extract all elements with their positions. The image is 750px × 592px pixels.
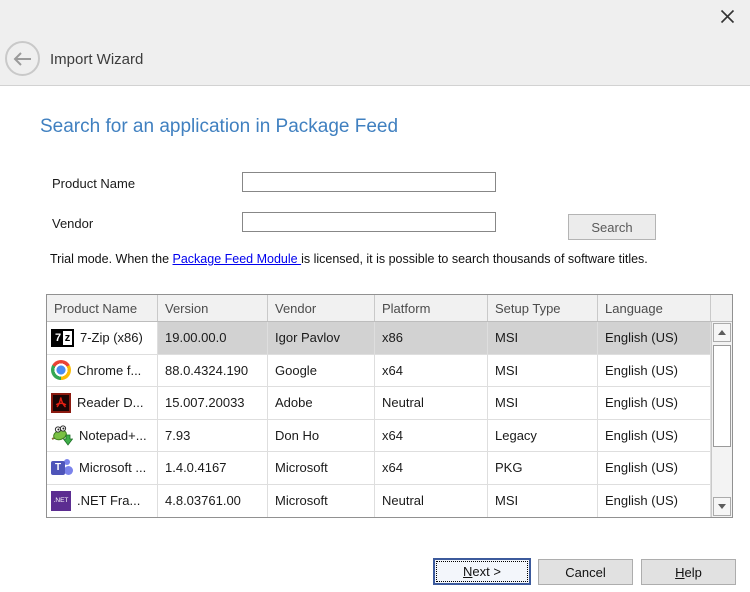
cell-setup-type: Legacy xyxy=(488,420,598,452)
search-button[interactable]: Search xyxy=(568,214,656,240)
scrollbar-up-button[interactable] xyxy=(713,323,731,342)
next-button[interactable]: Next > xyxy=(433,558,531,585)
cell-platform: x64 xyxy=(375,420,488,452)
cell-platform: x86 xyxy=(375,322,488,354)
cell-version: 15.007.20033 xyxy=(158,387,268,419)
cell-vendor: Don Ho xyxy=(268,420,375,452)
cell-setup-type: MSI xyxy=(488,355,598,387)
back-button[interactable] xyxy=(5,41,40,76)
vendor-input[interactable] xyxy=(242,212,496,232)
table-row-7zip[interactable]: 7z 7-Zip (x86) 19.00.00.0 Igor Pavlov x8… xyxy=(47,322,711,355)
column-header-spacer xyxy=(711,295,732,321)
column-header-language[interactable]: Language xyxy=(598,295,711,321)
cell-language: English (US) xyxy=(598,322,711,354)
page-title: Search for an application in Package Fee… xyxy=(40,116,398,138)
table-row-notepad-plus-plus[interactable]: Notepad+... 7.93 Don Ho x64 Legacy Engli… xyxy=(47,420,711,453)
cell-platform: Neutral xyxy=(375,485,488,518)
dotnet-icon: .NET xyxy=(51,491,71,511)
adobe-reader-icon xyxy=(51,393,71,413)
cell-vendor: Microsoft xyxy=(268,485,375,518)
cell-version: 7.93 xyxy=(158,420,268,452)
cancel-button[interactable]: Cancel xyxy=(538,559,633,585)
close-icon xyxy=(720,9,735,24)
cell-product: .NET Fra... xyxy=(77,493,140,508)
cell-product: Microsoft ... xyxy=(79,460,146,475)
7zip-icon: 7z xyxy=(51,329,74,347)
cell-product: Chrome f... xyxy=(77,363,141,378)
cell-version: 88.0.4324.190 xyxy=(158,355,268,387)
table-row-microsoft-teams[interactable]: T Microsoft ... 1.4.0.4167 Microsoft x64… xyxy=(47,452,711,485)
cell-product: 7-Zip (x86) xyxy=(80,330,143,345)
back-arrow-icon xyxy=(13,52,32,66)
cell-setup-type: PKG xyxy=(488,452,598,484)
vertical-scrollbar[interactable] xyxy=(711,322,732,517)
cell-vendor: Adobe xyxy=(268,387,375,419)
trial-notice-after: is licensed, it is possible to search th… xyxy=(301,252,648,266)
column-header-vendor[interactable]: Vendor xyxy=(268,295,375,321)
results-table: Product Name Version Vendor Platform Set… xyxy=(46,294,733,518)
cell-setup-type: MSI xyxy=(488,322,598,354)
cell-platform: x64 xyxy=(375,452,488,484)
product-name-label: Product Name xyxy=(52,176,135,191)
cell-language: English (US) xyxy=(598,485,711,518)
cell-language: English (US) xyxy=(598,355,711,387)
column-header-product-name[interactable]: Product Name xyxy=(47,295,158,321)
cell-version: 1.4.0.4167 xyxy=(158,452,268,484)
notepad-plus-plus-icon xyxy=(51,424,73,446)
table-header-row: Product Name Version Vendor Platform Set… xyxy=(47,295,732,322)
table-body: 7z 7-Zip (x86) 19.00.00.0 Igor Pavlov x8… xyxy=(47,322,732,517)
cell-version: 19.00.00.0 xyxy=(158,322,268,354)
table-row-adobe-reader[interactable]: Reader D... 15.007.20033 Adobe Neutral M… xyxy=(47,387,711,420)
help-button[interactable]: Help xyxy=(641,559,736,585)
scrollbar-down-button[interactable] xyxy=(713,497,731,516)
cell-platform: Neutral xyxy=(375,387,488,419)
table-rows-area: 7z 7-Zip (x86) 19.00.00.0 Igor Pavlov x8… xyxy=(47,322,711,517)
cell-setup-type: MSI xyxy=(488,387,598,419)
cell-version: 4.8.03761.00 xyxy=(158,485,268,518)
column-header-version[interactable]: Version xyxy=(158,295,268,321)
cell-product: Notepad+... xyxy=(79,428,147,443)
scrollbar-thumb[interactable] xyxy=(713,345,731,447)
scroll-up-icon xyxy=(718,330,726,335)
column-header-setup-type[interactable]: Setup Type xyxy=(488,295,598,321)
wizard-header-title: Import Wizard xyxy=(50,51,143,68)
cell-setup-type: MSI xyxy=(488,485,598,518)
table-row-chrome[interactable]: Chrome f... 88.0.4324.190 Google x64 MSI… xyxy=(47,355,711,388)
cell-vendor: Google xyxy=(268,355,375,387)
wizard-header: Import Wizard xyxy=(0,0,750,86)
cell-vendor: Igor Pavlov xyxy=(268,322,375,354)
close-button[interactable] xyxy=(716,5,738,27)
cell-product: Reader D... xyxy=(77,395,143,410)
cell-language: English (US) xyxy=(598,387,711,419)
package-feed-module-link[interactable]: Package Feed Module xyxy=(173,252,302,266)
vendor-label: Vendor xyxy=(52,216,93,231)
trial-notice-before: Trial mode. When the xyxy=(50,252,173,266)
cell-platform: x64 xyxy=(375,355,488,387)
teams-icon: T xyxy=(51,458,73,478)
cell-language: English (US) xyxy=(598,420,711,452)
table-row-dotnet-framework[interactable]: .NET .NET Fra... 4.8.03761.00 Microsoft … xyxy=(47,485,711,518)
cell-language: English (US) xyxy=(598,452,711,484)
trial-notice: Trial mode. When the Package Feed Module… xyxy=(50,252,648,266)
product-name-input[interactable] xyxy=(242,172,496,192)
scroll-down-icon xyxy=(718,504,726,509)
chrome-icon xyxy=(51,360,71,380)
column-header-platform[interactable]: Platform xyxy=(375,295,488,321)
cell-vendor: Microsoft xyxy=(268,452,375,484)
